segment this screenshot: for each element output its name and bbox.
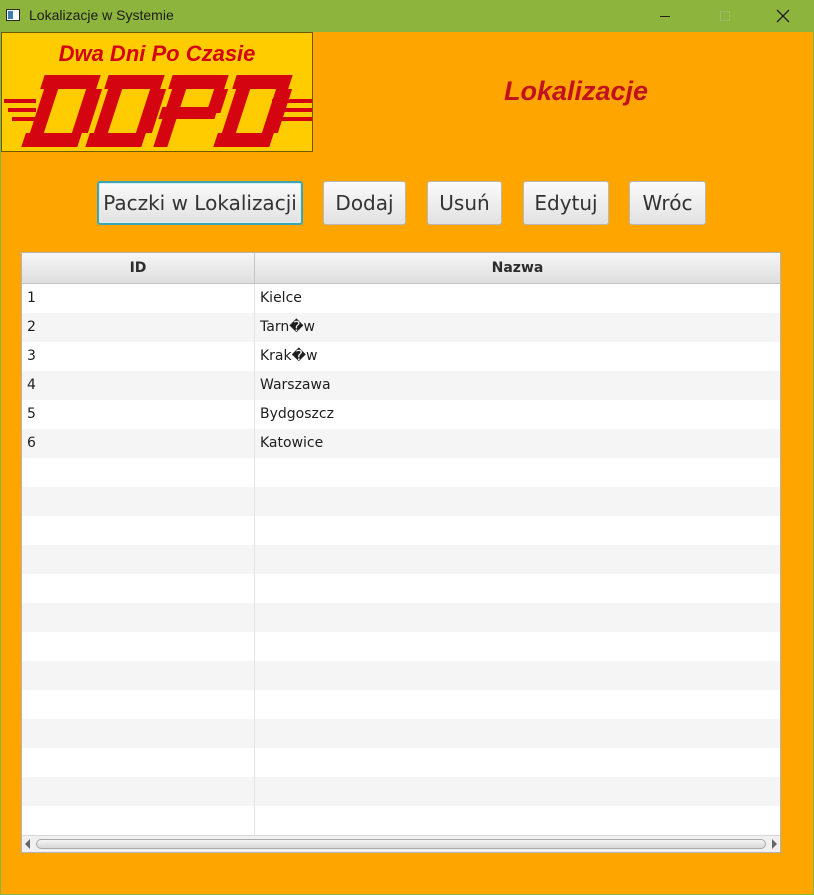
cell-name [255,574,780,603]
cell-id: 5 [22,400,255,429]
cell-name [255,777,780,806]
table-row[interactable]: 4 Warszawa [22,371,780,400]
cell-name [255,806,780,835]
window-border-left [0,32,1,895]
empty-table-row[interactable] [22,661,780,690]
empty-table-row[interactable] [22,632,780,661]
cell-name [255,632,780,661]
ddpd-logo-mark [4,75,312,147]
empty-table-row[interactable] [22,487,780,516]
table-header: ID Nazwa [22,253,780,284]
cell-id [22,632,255,661]
table-row[interactable]: 5 Bydgoszcz [22,400,780,429]
cell-name [255,690,780,719]
maximize-button[interactable] [702,0,748,32]
empty-table-row[interactable] [22,806,780,835]
empty-table-row[interactable] [22,545,780,574]
cell-name [255,719,780,748]
edit-button[interactable]: Edytuj [523,181,609,225]
delete-button[interactable]: Usuń [427,181,502,225]
app-icon [6,9,20,21]
cell-id [22,487,255,516]
empty-table-row[interactable] [22,690,780,719]
company-logo: Dwa Dni Po Czasie [1,32,313,152]
cell-id: 2 [22,313,255,342]
cell-id [22,777,255,806]
cell-id [22,458,255,487]
cell-name: Tarn�w [260,319,316,335]
table-row[interactable]: 2 Tarn�w [22,313,780,342]
window-title-bar[interactable]: Lokalizacje w Systemie [0,0,814,32]
cell-id [22,690,255,719]
window-title: Lokalizacje w Systemie [29,7,174,23]
scroll-right-icon[interactable] [772,839,777,849]
packages-in-location-button[interactable]: Paczki w Lokalizacji [97,181,303,225]
cell-id [22,574,255,603]
cell-name [255,516,780,545]
cell-id [22,545,255,574]
cell-id [22,603,255,632]
scrollbar-thumb[interactable] [36,839,766,849]
table-row[interactable]: 1 Kielce [22,284,780,313]
cell-name: Krak�w [260,348,318,364]
cell-name: Bydgoszcz [260,406,334,422]
column-header-name[interactable]: Nazwa [255,253,780,283]
cell-name: Kielce [260,290,302,306]
empty-table-row[interactable] [22,777,780,806]
locations-table[interactable]: ID Nazwa 1 Kielce 2 Tarn�w 3 Krak�w 4 Warszawa 5… [21,252,781,853]
close-icon [776,9,790,23]
page-title: Lokalizacje [504,76,649,106]
column-header-id[interactable]: ID [22,253,255,283]
cell-name [255,603,780,632]
maximize-icon [720,11,730,21]
cell-name: Katowice [260,435,324,451]
cell-name [255,748,780,777]
empty-table-row[interactable] [22,574,780,603]
cell-name [255,545,780,574]
empty-table-row[interactable] [22,748,780,777]
table-row[interactable]: 6 Katowice [22,429,780,458]
cell-id [22,748,255,777]
minimize-icon [660,15,670,17]
cell-id [22,719,255,748]
table-body: 1 Kielce 2 Tarn�w 3 Krak�w 4 Warszawa 5 Bydgoszcz… [22,284,780,835]
cell-id: 1 [22,284,255,313]
empty-table-row[interactable] [22,603,780,632]
cell-name: Warszawa [260,377,331,393]
minimize-button[interactable] [642,0,688,32]
horizontal-scrollbar[interactable] [22,835,780,852]
cell-id [22,806,255,835]
back-button[interactable]: Wróc [629,181,706,225]
scroll-left-icon[interactable] [25,839,30,849]
cell-name [255,487,780,516]
cell-id: 4 [22,371,255,400]
cell-name [255,661,780,690]
cell-id: 6 [22,429,255,458]
cell-id [22,661,255,690]
table-row[interactable]: 3 Krak�w [22,342,780,371]
logo-slogan: Dwa Dni Po Czasie [58,41,256,66]
empty-table-row[interactable] [22,719,780,748]
empty-table-row[interactable] [22,516,780,545]
empty-table-row[interactable] [22,458,780,487]
close-button[interactable] [760,0,806,32]
cell-id: 3 [22,342,255,371]
cell-id [22,516,255,545]
add-button[interactable]: Dodaj [323,181,406,225]
cell-name [255,458,780,487]
